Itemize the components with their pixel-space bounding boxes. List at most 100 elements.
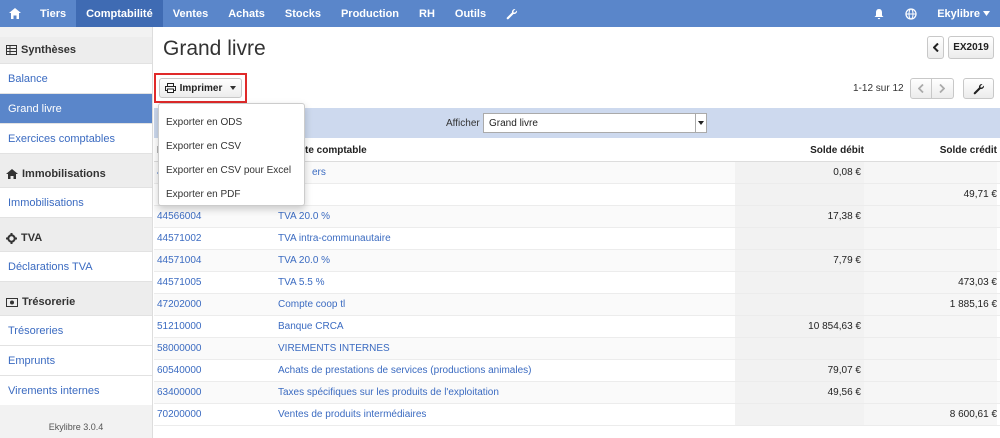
chevron-left-icon xyxy=(917,84,924,93)
sidebar-item-exercices[interactable]: Exercices comptables xyxy=(0,123,152,153)
account-number-link[interactable]: 63400000 xyxy=(157,387,202,398)
account-name-link[interactable]: TVA 20.0 % xyxy=(278,211,330,222)
credit-value: 49,71 € xyxy=(963,189,997,200)
sidebar: Synthèses Balance Grand livre Exercices … xyxy=(0,27,153,438)
main-content: Grand livre EX2019 Imprimer 1-12 sur 12 … xyxy=(154,27,1000,438)
chevron-down-icon xyxy=(983,11,990,16)
nav-production[interactable]: Production xyxy=(331,0,409,27)
nav-stocks[interactable]: Stocks xyxy=(275,0,331,27)
account-number-link[interactable]: 44571005 xyxy=(157,277,202,288)
table-row: 47202000 Compte coop tl 1 885,16 € xyxy=(154,294,1000,316)
account-name-link[interactable]: Achats de prestations de services (produ… xyxy=(278,365,531,376)
credit-value: 473,03 € xyxy=(958,277,997,288)
menu-item-export-csv[interactable]: Exporter en CSV xyxy=(159,134,304,158)
prev-page-button[interactable] xyxy=(909,78,932,99)
print-button[interactable]: Imprimer xyxy=(159,78,242,98)
account-number-link[interactable]: 47202000 xyxy=(157,299,202,310)
sidebar-item-declarations-tva[interactable]: Déclarations TVA xyxy=(0,251,152,281)
account-number-link[interactable]: 70200000 xyxy=(157,409,202,420)
account-number-link[interactable]: 44571004 xyxy=(157,255,202,266)
chevron-left-icon xyxy=(932,43,939,52)
nav-achats[interactable]: Achats xyxy=(218,0,275,27)
sidebar-section-label: Synthèses xyxy=(21,44,77,56)
table-row: 44571002 TVA intra-communautaire xyxy=(154,228,1000,250)
filter-label: Afficher xyxy=(446,118,480,129)
next-page-button[interactable] xyxy=(931,78,954,99)
account-name-link[interactable]: Ventes de produits intermédiaires xyxy=(278,409,426,420)
display-select-value: Grand livre xyxy=(489,117,538,129)
column-header-debit[interactable]: Solde débit xyxy=(810,145,864,156)
money-icon xyxy=(6,297,18,307)
nav-ventes[interactable]: Ventes xyxy=(163,0,218,27)
account-number-link[interactable]: 44566004 xyxy=(157,211,202,222)
nav-tiers[interactable]: Tiers xyxy=(30,0,76,27)
print-dropdown-menu: Exporter en ODS Exporter en CSV Exporter… xyxy=(158,103,305,206)
wrench-icon xyxy=(973,83,984,94)
sidebar-item-emprunts[interactable]: Emprunts xyxy=(0,345,152,375)
nav-comptabilite[interactable]: Comptabilité xyxy=(76,0,163,27)
account-name-link[interactable]: Compte coop tl xyxy=(278,299,345,310)
account-number-link[interactable]: 60540000 xyxy=(157,365,202,376)
table-icon xyxy=(6,45,17,55)
account-number-link[interactable]: 51210000 xyxy=(157,321,202,332)
previous-button[interactable] xyxy=(927,36,944,59)
print-highlight: Imprimer xyxy=(154,73,247,103)
caret-down-icon xyxy=(230,86,237,90)
table-row: 44571004 TVA 20.0 % 7,79 € xyxy=(154,250,1000,272)
account-name-link[interactable]: TVA 5.5 % xyxy=(278,277,325,288)
table-row: 51210000 Banque CRCA 10 854,63 € xyxy=(154,316,1000,338)
account-name-link[interactable]: VIREMENTS INTERNES xyxy=(278,343,390,354)
table-row: 44571005 TVA 5.5 % 473,03 € xyxy=(154,272,1000,294)
sidebar-item-grand-livre[interactable]: Grand livre xyxy=(0,93,152,123)
debit-value: 7,79 € xyxy=(833,255,861,266)
table-row: 70200000 Ventes de produits intermédiair… xyxy=(154,404,1000,426)
sidebar-item-virements-internes[interactable]: Virements internes xyxy=(0,375,152,405)
sidebar-item-balance[interactable]: Balance xyxy=(0,63,152,93)
debit-value: 0,08 € xyxy=(833,167,861,178)
user-menu[interactable]: Ekylibre xyxy=(927,0,1000,27)
wrench-icon[interactable] xyxy=(496,0,528,27)
display-select[interactable]: Grand livre xyxy=(483,113,707,133)
printer-icon xyxy=(164,83,176,93)
account-number-link[interactable]: 58000000 xyxy=(157,343,202,354)
column-header-credit[interactable]: Solde crédit xyxy=(940,145,997,156)
table-row: 60540000 Achats de prestations de servic… xyxy=(154,360,1000,382)
credit-value: 8 600,61 € xyxy=(949,409,997,420)
account-name-link[interactable]: Banque CRCA xyxy=(278,321,344,332)
home-icon[interactable] xyxy=(0,0,30,27)
menu-item-export-csv-excel[interactable]: Exporter en CSV pour Excel xyxy=(159,158,304,182)
globe-icon[interactable] xyxy=(895,0,927,27)
pagination: 1-12 sur 12 xyxy=(853,78,954,99)
dropdown-arrow-icon xyxy=(695,114,706,132)
menu-item-export-ods[interactable]: Exporter en ODS xyxy=(159,110,304,134)
gear-icon xyxy=(6,232,17,244)
sidebar-item-tresoreries[interactable]: Trésoreries xyxy=(0,315,152,345)
nav-outils[interactable]: Outils xyxy=(445,0,496,27)
account-name-link[interactable]: TVA intra-communautaire xyxy=(278,233,391,244)
table-row: 44566004 TVA 20.0 % 17,38 € xyxy=(154,206,1000,228)
chevron-right-icon xyxy=(939,84,946,93)
column-header-account[interactable]: te comptable xyxy=(305,145,367,156)
bell-icon[interactable] xyxy=(863,0,895,27)
debit-value: 17,38 € xyxy=(827,211,861,222)
exercise-switcher: EX2019 xyxy=(927,36,994,59)
sidebar-section-syntheses: Synthèses xyxy=(0,37,152,63)
account-name-link[interactable]: TVA 20.0 % xyxy=(278,255,330,266)
sidebar-section-label: TVA xyxy=(21,232,43,244)
exercise-button[interactable]: EX2019 xyxy=(948,36,994,59)
menu-item-export-pdf[interactable]: Exporter en PDF xyxy=(159,182,304,206)
debit-value: 79,07 € xyxy=(827,365,861,376)
account-number-link[interactable]: 44571002 xyxy=(157,233,202,244)
account-name-link[interactable]: ers xyxy=(312,167,326,178)
sidebar-section-tresorerie: Trésorerie xyxy=(0,289,152,315)
sidebar-section-immobilisations: Immobilisations xyxy=(0,161,152,187)
nav-rh[interactable]: RH xyxy=(409,0,445,27)
sidebar-section-label: Trésorerie xyxy=(22,296,76,308)
account-name-link[interactable]: Taxes spécifiques sur les produits de l'… xyxy=(278,387,499,398)
credit-value: 1 885,16 € xyxy=(949,299,997,310)
table-settings-button[interactable] xyxy=(963,78,994,99)
sidebar-item-immobilisations[interactable]: Immobilisations xyxy=(0,187,152,217)
sidebar-section-label: Immobilisations xyxy=(22,168,106,180)
top-navbar: Tiers Comptabilité Ventes Achats Stocks … xyxy=(0,0,1000,27)
pagination-text: 1-12 sur 12 xyxy=(853,83,904,94)
